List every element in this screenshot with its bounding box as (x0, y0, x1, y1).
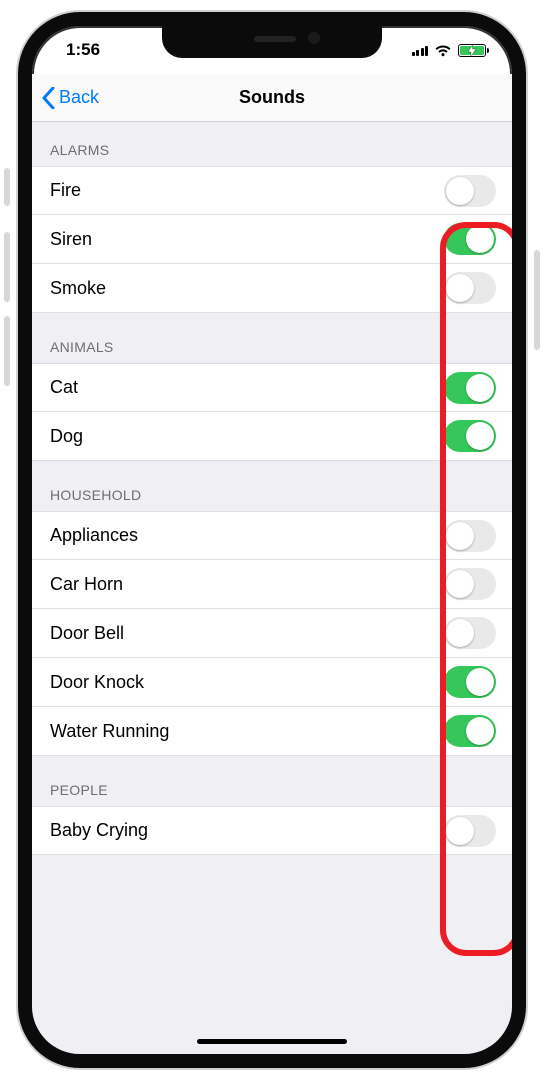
row-cat: Cat (32, 363, 512, 412)
device-notch (162, 26, 382, 58)
section-animals: Cat Dog (32, 363, 512, 461)
toggle-knob (466, 717, 494, 745)
row-baby-crying: Baby Crying (32, 806, 512, 855)
toggle-knob (446, 274, 474, 302)
toggle-fire[interactable] (444, 175, 496, 207)
row-label: Fire (50, 180, 81, 201)
row-label: Appliances (50, 525, 138, 546)
row-label: Water Running (50, 721, 169, 742)
toggle-door-knock[interactable] (444, 666, 496, 698)
page-title: Sounds (32, 87, 512, 108)
row-label: Car Horn (50, 574, 123, 595)
device-volume-down (4, 316, 10, 386)
toggle-knob (446, 817, 474, 845)
section-header-household: HOUSEHOLD (32, 461, 512, 511)
row-label: Door Bell (50, 623, 124, 644)
toggle-water-running[interactable] (444, 715, 496, 747)
status-time: 1:56 (66, 40, 100, 60)
row-siren: Siren (32, 215, 512, 264)
toggle-door-bell[interactable] (444, 617, 496, 649)
settings-content: ALARMS Fire Siren Smoke ANIMALS Cat Dog HOUSEHO… (32, 122, 512, 1054)
toggle-smoke[interactable] (444, 272, 496, 304)
section-header-alarms: ALARMS (32, 122, 512, 166)
toggle-knob (446, 570, 474, 598)
charging-icon (468, 44, 476, 59)
section-alarms: Fire Siren Smoke (32, 166, 512, 313)
back-label: Back (59, 87, 99, 108)
phone-frame: 1:56 Back Sounds ALARMSFireSirenSmok (18, 12, 526, 1068)
row-label: Siren (50, 229, 92, 250)
toggle-knob (446, 177, 474, 205)
toggle-knob (466, 422, 494, 450)
section-header-animals: ANIMALS (32, 313, 512, 363)
row-door-bell: Door Bell (32, 609, 512, 658)
toggle-baby-crying[interactable] (444, 815, 496, 847)
row-door-knock: Door Knock (32, 658, 512, 707)
row-water-running: Water Running (32, 707, 512, 756)
toggle-car-horn[interactable] (444, 568, 496, 600)
toggle-cat[interactable] (444, 372, 496, 404)
nav-bar: Back Sounds (32, 74, 512, 122)
device-silence-switch (4, 168, 10, 206)
toggle-siren[interactable] (444, 223, 496, 255)
row-label: Cat (50, 377, 78, 398)
toggle-knob (446, 522, 474, 550)
row-label: Baby Crying (50, 820, 148, 841)
device-volume-up (4, 232, 10, 302)
toggle-knob (466, 374, 494, 402)
toggle-appliances[interactable] (444, 520, 496, 552)
device-power-button (534, 250, 540, 350)
wifi-icon (434, 44, 452, 57)
row-appliances: Appliances (32, 511, 512, 560)
home-indicator[interactable] (197, 1039, 347, 1044)
row-dog: Dog (32, 412, 512, 461)
row-label: Door Knock (50, 672, 144, 693)
cellular-signal-icon (412, 44, 429, 56)
toggle-dog[interactable] (444, 420, 496, 452)
row-label: Smoke (50, 278, 106, 299)
toggle-knob (466, 225, 494, 253)
row-label: Dog (50, 426, 83, 447)
row-smoke: Smoke (32, 264, 512, 313)
section-header-people: PEOPLE (32, 756, 512, 806)
back-button[interactable]: Back (32, 87, 99, 109)
battery-icon (458, 44, 486, 57)
row-fire: Fire (32, 166, 512, 215)
toggle-knob (466, 668, 494, 696)
row-car-horn: Car Horn (32, 560, 512, 609)
toggle-knob (446, 619, 474, 647)
section-people: Baby Crying (32, 806, 512, 855)
section-household: Appliances Car Horn Door Bell Door Knock Wat… (32, 511, 512, 756)
chevron-left-icon (42, 87, 55, 109)
